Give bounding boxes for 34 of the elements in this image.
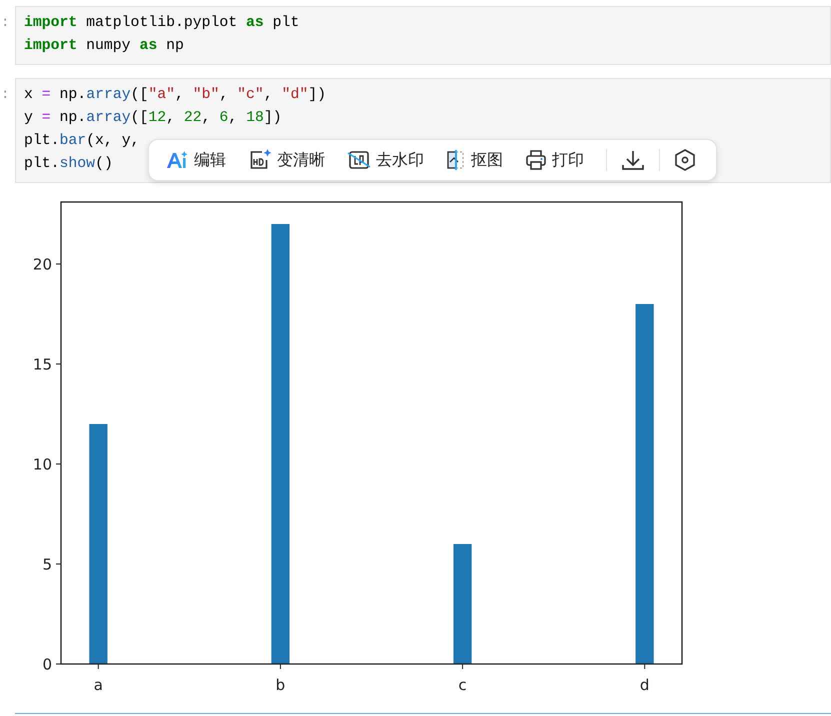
hd-icon [248,149,272,171]
toolbar-button[interactable]: 去水印 [343,145,428,175]
x-tick-label: c [458,676,467,694]
tick-mark [280,664,281,670]
tick-mark [462,664,464,670]
code-line: y = np.array([12, 22, 6, 18]) [24,109,282,128]
y-tick-label: 15 [32,356,52,374]
printer-icon [525,149,547,171]
toolbar-button[interactable]: 编辑 [161,146,230,174]
toolbar-button[interactable]: 打印 [521,145,588,175]
code-line: import numpy as np [24,37,184,56]
x-tick-label: b [276,676,286,694]
code-cell[interactable]: import matplotlib.pyplot as plt import numpy as np [15,6,831,65]
watermark-icon [347,149,371,171]
y-tick-label: 5 [42,556,52,574]
y-tick-label: 0 [42,656,52,674]
toolbar-button[interactable]: 抠图 [442,145,507,175]
settings-icon [674,148,696,172]
code-line: import matplotlib.pyplot as plt [24,14,300,33]
code-line: plt.show() [24,155,113,174]
code-line: plt.bar(x, y, [24,132,140,151]
tick-mark [644,664,646,670]
toolbar-button[interactable]: 变清晰 [244,145,329,175]
download-icon [621,149,645,171]
ai-icon [165,150,189,170]
x-tick-label: a [94,676,103,694]
x-tick-label: d [640,676,650,694]
y-tick-label: 10 [32,456,52,474]
cutout-icon [446,149,466,171]
tick-mark [98,664,99,670]
cell-prompt: : [0,86,10,103]
cell-prompt: : [0,14,10,31]
code-line: x = np.array(["a", "b", "c", "d"]) [24,86,326,105]
y-tick-label: 20 [32,256,52,274]
